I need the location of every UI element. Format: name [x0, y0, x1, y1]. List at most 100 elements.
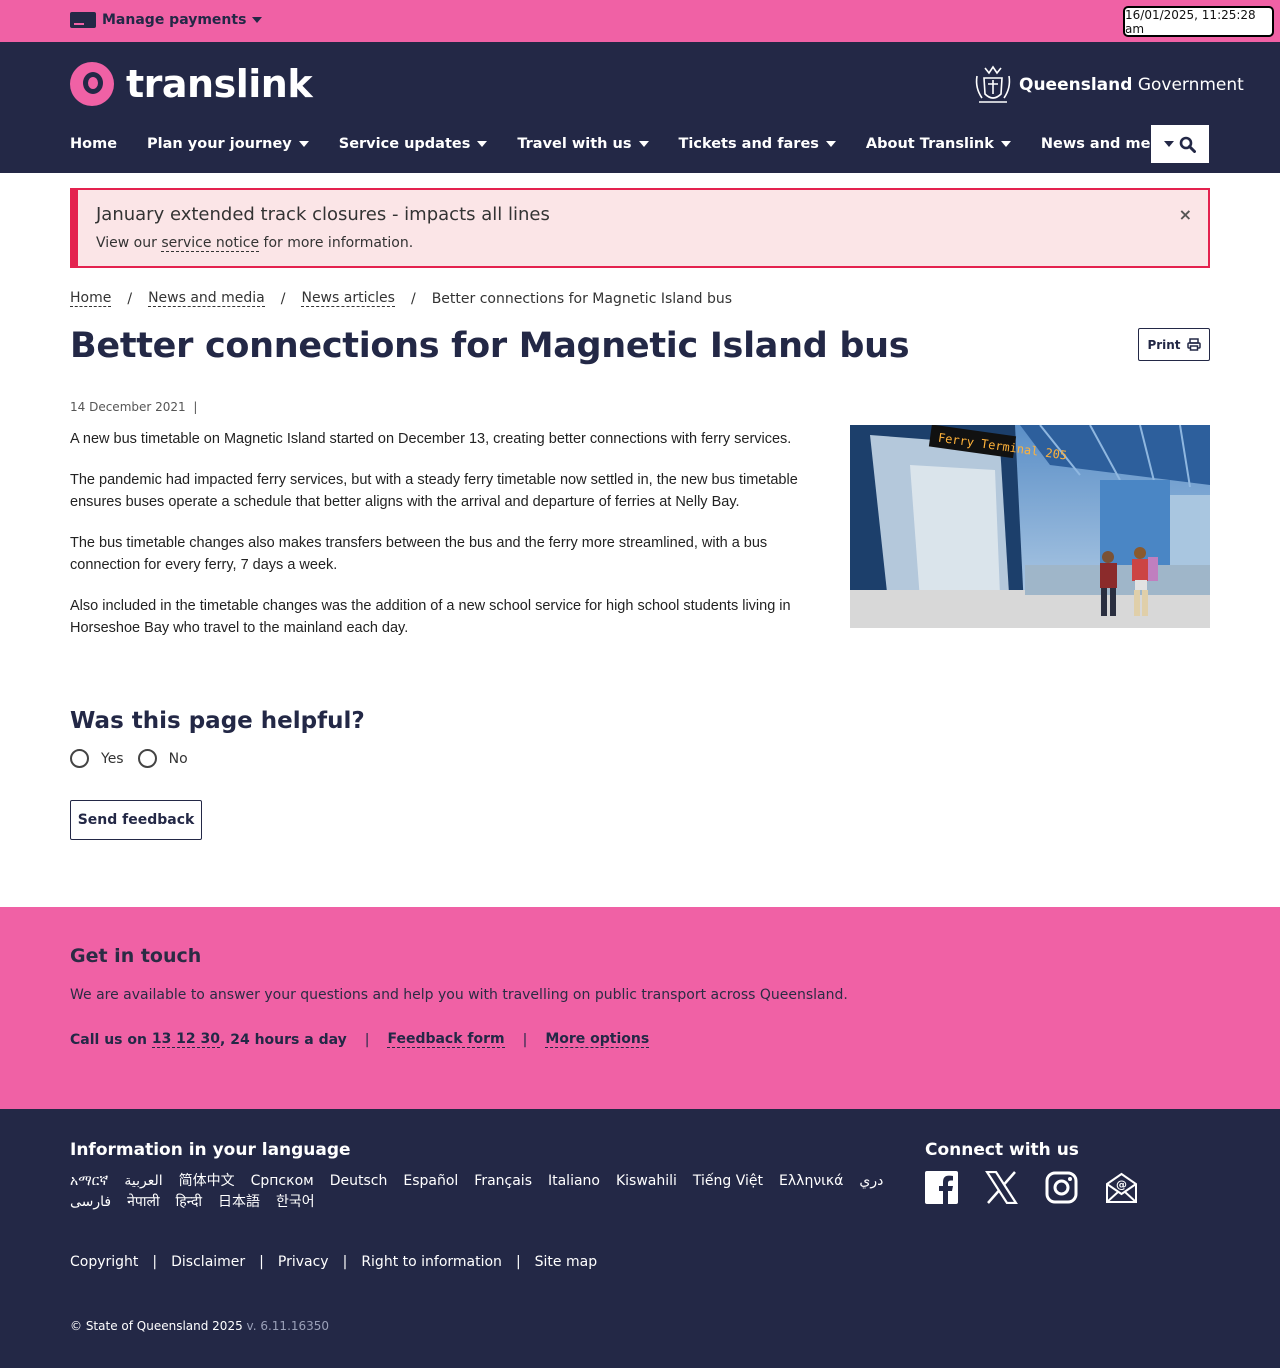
- breadcrumb-home[interactable]: Home: [70, 290, 112, 307]
- breadcrumb-news-articles[interactable]: News articles: [301, 290, 395, 307]
- language-link[interactable]: Deutsch: [330, 1171, 388, 1192]
- chevron-down-icon: [1000, 141, 1011, 147]
- queensland-crest-icon: [975, 65, 1011, 103]
- language-link[interactable]: 简体中文: [179, 1171, 235, 1192]
- breadcrumb-news-and-media[interactable]: News and media: [148, 290, 265, 307]
- no-radio[interactable]: [137, 749, 157, 768]
- nav-travel-label: Travel with us: [517, 136, 632, 152]
- footer-link-privacy[interactable]: Privacy: [278, 1254, 329, 1270]
- nav-tickets-label: Tickets and fares: [678, 136, 819, 152]
- language-link[interactable]: دري: [859, 1171, 883, 1192]
- footer-link-right-to-information[interactable]: Right to information: [361, 1254, 502, 1270]
- publish-date-text: 14 December 2021: [70, 400, 186, 414]
- helpful-radio-group: Yes No: [70, 749, 202, 768]
- publish-date: 14 December 2021 |: [70, 400, 197, 414]
- translink-logo-text: translink: [126, 62, 313, 106]
- breadcrumb-separator: /: [410, 290, 416, 307]
- site-footer: Information in your language አማርኛ العربي…: [0, 1109, 1280, 1368]
- phone-link[interactable]: 13 12 30: [151, 1031, 221, 1048]
- language-link[interactable]: Ελληνικά: [779, 1171, 843, 1192]
- close-icon[interactable]: ×: [1179, 205, 1192, 224]
- language-link[interactable]: Español: [403, 1171, 458, 1192]
- footer-link-copyright[interactable]: Copyright: [70, 1254, 138, 1270]
- page-title: Better connections for Magnetic Island b…: [70, 326, 910, 366]
- footer-link-disclaimer[interactable]: Disclaimer: [171, 1254, 245, 1270]
- search-button[interactable]: [1151, 125, 1209, 163]
- manage-payments-label: Manage payments: [102, 12, 247, 28]
- footer-separator: |: [515, 1254, 521, 1270]
- go-card-icon: [70, 12, 96, 28]
- more-options-link[interactable]: More options: [545, 1031, 650, 1048]
- print-button[interactable]: Print: [1138, 328, 1210, 361]
- language-link[interactable]: Српском: [251, 1171, 314, 1192]
- alert-text-after: for more information.: [259, 235, 414, 251]
- helpful-question: Was this page helpful?: [70, 708, 365, 734]
- yes-label[interactable]: Yes: [101, 751, 124, 767]
- version-text: v. 6.11.16350: [246, 1319, 330, 1333]
- nav-tickets-and-fares[interactable]: Tickets and fares: [679, 136, 836, 152]
- call-prefix: Call us on: [70, 1031, 147, 1048]
- translink-logo-link[interactable]: translink: [70, 62, 313, 106]
- x-icon[interactable]: [985, 1170, 1018, 1204]
- nav-plan-your-journey[interactable]: Plan your journey: [147, 136, 309, 152]
- chevron-down-icon: [638, 141, 649, 147]
- language-link[interactable]: العربية: [124, 1171, 162, 1192]
- footer-links: Copyright | Disclaimer | Privacy | Right…: [70, 1254, 597, 1270]
- breadcrumb-separator: /: [280, 290, 286, 307]
- chevron-down-icon: [825, 141, 836, 147]
- feedback-form-link[interactable]: Feedback form: [387, 1031, 505, 1048]
- facebook-icon[interactable]: [925, 1170, 958, 1204]
- nav-plan-label: Plan your journey: [147, 136, 292, 152]
- alert-title: January extended track closures - impact…: [96, 204, 550, 225]
- chevron-down-icon: [252, 17, 263, 23]
- site-header: translink Queensland Government Home Pla…: [0, 42, 1280, 173]
- breadcrumb-separator: /: [127, 290, 133, 307]
- footer-separator: |: [259, 1254, 264, 1270]
- top-bar: Manage payments 16/01/2025, 11:25:28 am: [0, 0, 1280, 42]
- article-paragraph: Also included in the timetable changes w…: [70, 598, 791, 636]
- main-navigation: Home Plan your journey Service updates T…: [70, 133, 1223, 155]
- language-link[interactable]: 한국어: [276, 1192, 315, 1213]
- language-link[interactable]: አማርኛ: [70, 1171, 108, 1192]
- queensland-government-logo[interactable]: Queensland Government: [973, 64, 1244, 106]
- translink-logo-icon: [70, 62, 114, 106]
- footer-separator: |: [152, 1254, 158, 1270]
- language-link[interactable]: नेपाली: [127, 1192, 159, 1213]
- no-label[interactable]: No: [169, 751, 188, 767]
- chevron-down-icon: [298, 141, 309, 147]
- get-in-touch-title: Get in touch: [70, 945, 202, 967]
- send-feedback-button[interactable]: Send feedback: [70, 800, 202, 840]
- nav-about-translink[interactable]: About Translink: [866, 136, 1011, 152]
- language-link[interactable]: Tiếng Việt: [693, 1171, 763, 1192]
- contact-links: Call us on 13 12 30, 24 hours a day | Fe…: [70, 1031, 650, 1048]
- email-icon[interactable]: @: [1105, 1170, 1138, 1204]
- nav-service-updates[interactable]: Service updates: [339, 136, 488, 152]
- bus-ferry-terminal-photo: Ferry Terminal 205: [850, 425, 1210, 628]
- nav-about-label: About Translink: [865, 136, 994, 152]
- language-link[interactable]: Français: [474, 1171, 532, 1192]
- alert-text: View our service notice for more informa…: [96, 235, 414, 252]
- search-icon: [1179, 136, 1196, 153]
- service-notice-link[interactable]: service notice: [161, 235, 260, 252]
- article-paragraph: The pandemic had impacted ferry services…: [70, 472, 798, 510]
- printer-icon: [1186, 338, 1201, 351]
- call-suffix: , 24 hours a day: [220, 1031, 347, 1048]
- article-body: A new bus timetable on Magnetic Island s…: [70, 428, 820, 658]
- language-link[interactable]: हिन्दी: [176, 1192, 202, 1213]
- footer-link-site-map[interactable]: Site map: [535, 1254, 597, 1270]
- instagram-icon[interactable]: [1045, 1170, 1078, 1204]
- language-link[interactable]: Italiano: [548, 1171, 600, 1192]
- article-paragraph: The bus timetable changes also makes tra…: [70, 535, 768, 573]
- breadcrumb-current: Better connections for Magnetic Island b…: [431, 290, 732, 307]
- yes-radio[interactable]: [70, 749, 89, 768]
- footer-separator: |: [342, 1254, 348, 1270]
- nav-travel-with-us[interactable]: Travel with us: [517, 136, 649, 152]
- nav-home[interactable]: Home: [70, 136, 117, 152]
- language-link[interactable]: 日本語: [218, 1192, 260, 1213]
- language-link[interactable]: Kiswahili: [616, 1171, 677, 1192]
- get-in-touch-section: Get in touch We are available to answer …: [0, 907, 1280, 1109]
- language-link[interactable]: فارسی: [70, 1192, 111, 1213]
- article-image: Ferry Terminal 205: [850, 425, 1210, 628]
- manage-payments-menu[interactable]: Manage payments: [70, 10, 263, 30]
- social-links: @: [925, 1170, 1138, 1204]
